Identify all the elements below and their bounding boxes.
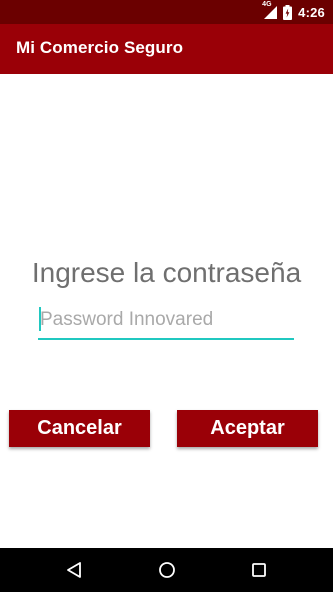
accept-button[interactable]: Aceptar [177, 410, 318, 447]
status-bar: 4G 4:26 [0, 0, 333, 24]
status-clock: 4:26 [298, 4, 325, 20]
signal-icon: 4G [262, 1, 278, 19]
cancel-button[interactable]: Cancelar [9, 410, 150, 447]
status-icons: 4G 4:26 [262, 0, 325, 24]
navigation-bar [0, 548, 333, 592]
network-type-label: 4G [262, 1, 272, 8]
back-icon[interactable] [62, 558, 86, 582]
password-screen: Ingrese la contraseña Cancelar Aceptar [0, 74, 333, 548]
password-prompt: Ingrese la contraseña [31, 257, 302, 288]
app-title: Mi Comercio Seguro [16, 38, 184, 57]
password-input[interactable] [38, 302, 294, 340]
recents-icon[interactable] [247, 558, 271, 582]
app-bar: Mi Comercio Seguro [0, 24, 333, 74]
battery-icon [283, 4, 293, 20]
home-icon[interactable] [155, 558, 179, 582]
text-cursor [39, 307, 41, 331]
